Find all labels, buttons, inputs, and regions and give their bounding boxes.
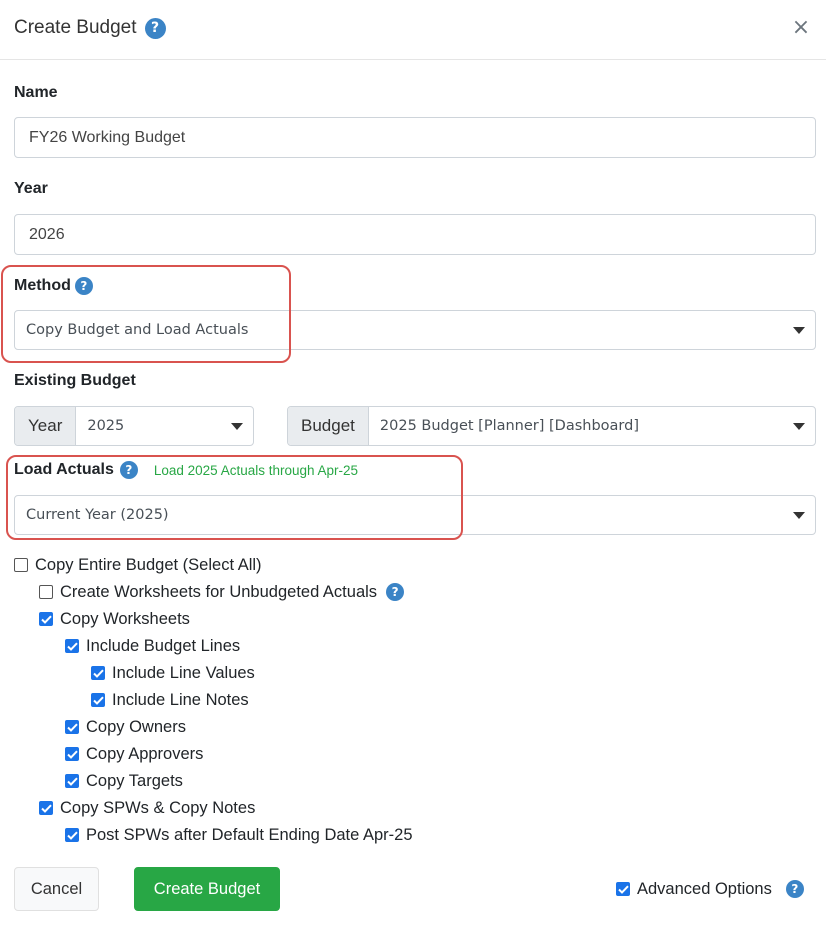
modal-title: Create Budget ?: [14, 17, 166, 39]
existing-budget-label: Existing Budget: [14, 372, 136, 390]
close-icon[interactable]: ×: [790, 16, 812, 40]
option-label: Copy Owners: [86, 717, 186, 736]
year-label: Year: [14, 180, 48, 198]
checkbox-checked[interactable]: [65, 774, 79, 788]
option-label: Include Line Values: [112, 663, 255, 682]
create-budget-button[interactable]: Create Budget: [134, 867, 280, 911]
question-icon[interactable]: ?: [386, 583, 405, 601]
question-icon[interactable]: ?: [119, 461, 138, 479]
option-label: Copy SPWs & Copy Notes: [60, 798, 256, 817]
checkbox-checked[interactable]: [91, 693, 105, 707]
option-label: Copy Entire Budget (Select All): [35, 555, 262, 574]
name-label-text: Name: [14, 84, 58, 101]
option-label: Copy Approvers: [86, 744, 204, 763]
existing-year-value: 2025: [87, 418, 125, 434]
method-label: Method ?: [14, 277, 93, 295]
advanced-options-label: Advanced Options: [637, 879, 772, 898]
year-addon: Year: [15, 407, 77, 445]
question-icon[interactable]: ?: [74, 277, 93, 295]
option-copy-targets[interactable]: Copy Targets: [65, 770, 183, 792]
checkbox-checked[interactable]: [616, 882, 630, 896]
name-input[interactable]: FY26 Working Budget: [14, 117, 816, 158]
checkbox-checked[interactable]: [91, 666, 105, 680]
method-select[interactable]: Copy Budget and Load Actuals: [14, 310, 816, 350]
load-actuals-label-text: Load Actuals: [14, 461, 114, 478]
option-label: Copy Worksheets: [60, 609, 190, 628]
chevron-down-icon: [793, 422, 805, 430]
load-actuals-select[interactable]: Current Year (2025): [14, 495, 816, 535]
modal-header: Create Budget ? ×: [0, 0, 826, 60]
checkbox-checked[interactable]: [65, 747, 79, 761]
chevron-down-icon: [231, 422, 243, 430]
budget-addon: Budget: [288, 407, 369, 445]
option-include-line-notes[interactable]: Include Line Notes: [91, 689, 249, 711]
existing-budget-value: 2025 Budget [Planner] [Dashboard]: [379, 418, 639, 434]
checkbox-checked[interactable]: [65, 639, 79, 653]
option-post-spws[interactable]: Post SPWs after Default Ending Date Apr-…: [65, 824, 413, 846]
load-actuals-value: Current Year (2025): [26, 507, 169, 523]
cancel-button[interactable]: Cancel: [14, 867, 99, 911]
option-copy-worksheets[interactable]: Copy Worksheets: [39, 608, 190, 630]
checkbox-checked[interactable]: [39, 612, 53, 626]
existing-year-select[interactable]: Year 2025: [14, 406, 254, 446]
question-icon[interactable]: ?: [144, 17, 166, 39]
option-copy-spws-notes[interactable]: Copy SPWs & Copy Notes: [39, 797, 255, 819]
method-label-text: Method: [14, 277, 71, 294]
option-label: Post SPWs after Default Ending Date Apr-…: [86, 825, 413, 844]
modal-title-text: Create Budget: [14, 17, 137, 38]
year-input[interactable]: 2026: [14, 214, 816, 255]
checkbox-unchecked[interactable]: [39, 585, 53, 599]
load-actuals-note: Load 2025 Actuals through Apr-25: [153, 462, 359, 478]
checkbox-checked[interactable]: [65, 720, 79, 734]
chevron-down-icon: [793, 511, 805, 519]
option-copy-entire-budget[interactable]: Copy Entire Budget (Select All): [14, 554, 262, 576]
advanced-options-toggle[interactable]: Advanced Options ?: [616, 878, 804, 900]
option-copy-approvers[interactable]: Copy Approvers: [65, 743, 203, 765]
option-label: Copy Targets: [86, 771, 183, 790]
option-create-worksheets-unbudgeted[interactable]: Create Worksheets for Unbudgeted Actuals…: [39, 581, 405, 603]
year-label-text: Year: [14, 180, 48, 197]
option-label: Include Line Notes: [112, 690, 249, 709]
option-label: Create Worksheets for Unbudgeted Actuals: [60, 582, 378, 601]
method-select-value: Copy Budget and Load Actuals: [26, 322, 249, 338]
load-actuals-label: Load Actuals ? Load 2025 Actuals through…: [14, 461, 358, 479]
existing-budget-select[interactable]: Budget 2025 Budget [Planner] [Dashboard]: [287, 406, 816, 446]
option-include-line-values[interactable]: Include Line Values: [91, 662, 255, 684]
option-include-budget-lines[interactable]: Include Budget Lines: [65, 635, 240, 657]
option-copy-owners[interactable]: Copy Owners: [65, 716, 186, 738]
question-icon[interactable]: ?: [785, 880, 804, 898]
checkbox-checked[interactable]: [39, 801, 53, 815]
checkbox-unchecked[interactable]: [14, 558, 28, 572]
chevron-down-icon: [793, 326, 805, 334]
checkbox-checked[interactable]: [65, 828, 79, 842]
name-label: Name: [14, 84, 58, 102]
option-label: Include Budget Lines: [86, 636, 241, 655]
existing-budget-label-text: Existing Budget: [14, 372, 136, 389]
